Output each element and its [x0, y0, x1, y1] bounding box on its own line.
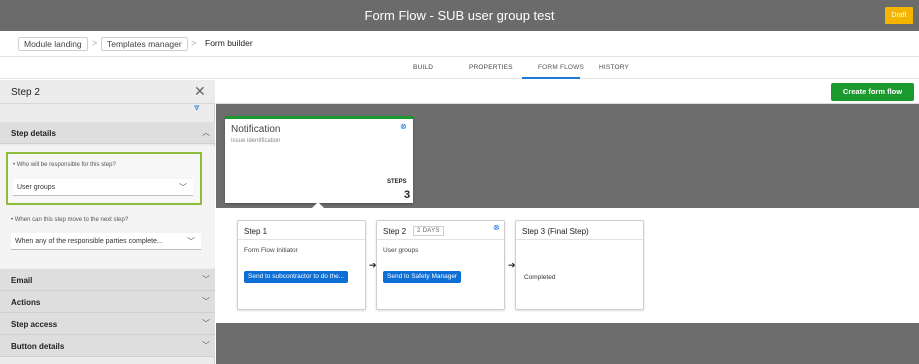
breadcrumb-module-landing[interactable]: Module landing [18, 37, 88, 51]
close-circle-icon[interactable]: ⊗ [400, 122, 407, 131]
title-bar: Form Flow - SUB user group test Draft [0, 0, 919, 31]
chevron-down-icon: ﹀ [202, 297, 210, 306]
section-label: Step details [11, 129, 56, 138]
section-actions[interactable]: Actions ﹀ [0, 291, 215, 313]
step-assignee: Form Flow Initiator [244, 247, 298, 254]
step-duration-badge: 2 DAYS [413, 226, 444, 236]
active-tab-indicator [522, 77, 580, 79]
section-label: Email [11, 276, 33, 285]
step-completed-text: Completed [524, 274, 556, 281]
collapse-all-icon[interactable]: ⩔ [194, 102, 200, 113]
step-card-1[interactable]: Step 1 Form Flow Initiator Send to subco… [237, 220, 366, 310]
next-step-value: When any of the responsible parties comp… [15, 238, 163, 245]
chevron-down-icon: ﹀ [187, 237, 195, 246]
panel-title: Step 2 [11, 87, 40, 98]
canvas-toolbar: Create form flow [216, 80, 919, 104]
draft-badge: Draft [885, 7, 913, 24]
notification-card[interactable]: Notification Issue identification ⊗ STEP… [225, 116, 413, 203]
section-email[interactable]: Email ﹀ [0, 269, 215, 291]
step-header: Step 2 2 DAYS ⊗ [377, 221, 504, 240]
step-header: Step 3 (Final Step) [516, 221, 643, 240]
panel-header: Step 2 ✕ [0, 80, 215, 104]
step-title: Step 2 [383, 227, 407, 236]
responsible-field-group: • Who will be responsible for this step?… [6, 152, 202, 205]
breadcrumb-form-builder: Form builder [200, 37, 258, 51]
chevron-down-icon: ﹀ [202, 341, 210, 350]
breadcrumb-separator-icon: > [191, 38, 197, 48]
tab-properties[interactable]: PROPERTIES [469, 64, 513, 71]
chevron-down-icon: ﹀ [202, 319, 210, 328]
section-label: Step access [11, 320, 58, 329]
step-action-button[interactable]: Send to Safety Manager [383, 271, 462, 283]
section-step-access[interactable]: Step access ﹀ [0, 313, 215, 335]
step-title: Step 3 (Final Step) [522, 227, 589, 236]
section-label: Button details [11, 342, 65, 351]
next-step-label: • When can this step move to the next st… [11, 217, 129, 223]
section-step-details[interactable]: Step details ︿ [0, 122, 215, 144]
tab-history[interactable]: HISTORY [599, 64, 629, 71]
step-card-2[interactable]: Step 2 2 DAYS ⊗ User groups Send to Safe… [376, 220, 505, 310]
window-title: Form Flow - SUB user group test [364, 8, 555, 23]
breadcrumb-templates-manager[interactable]: Templates manager [101, 37, 188, 51]
steps-count: 3 [404, 189, 411, 201]
tab-build[interactable]: BUILD [413, 64, 433, 71]
breadcrumb: Module landing > Templates manager > For… [0, 31, 919, 57]
create-form-flow-button[interactable]: Create form flow [831, 83, 914, 101]
step-settings-panel: Step 2 ✕ ⩔ Step details ︿ • Who will be … [0, 80, 215, 364]
close-icon[interactable]: ✕ [194, 83, 206, 100]
next-step-select[interactable]: When any of the responsible parties comp… [11, 233, 201, 250]
section-label: Actions [11, 298, 41, 307]
close-circle-icon[interactable]: ⊗ [493, 223, 500, 232]
step-card-3[interactable]: Step 3 (Final Step) Completed [515, 220, 644, 310]
responsible-value: User groups [17, 184, 56, 191]
chevron-down-icon: ﹀ [202, 275, 210, 284]
responsible-label: • Who will be responsible for this step? [13, 162, 116, 168]
tab-form-flows[interactable]: FORM FLOWS [538, 64, 584, 71]
step-title: Step 1 [244, 227, 268, 236]
form-flow-canvas: Create form flow Notification Issue iden… [216, 80, 919, 364]
step-header: Step 1 [238, 221, 365, 240]
notification-title: Notification [231, 124, 281, 135]
breadcrumb-separator-icon: > [92, 38, 98, 48]
step-action-button[interactable]: Send to subcontractor to do the... [244, 271, 349, 283]
responsible-select[interactable]: User groups ﹀ [13, 179, 193, 196]
steps-row: Step 1 Form Flow Initiator Send to subco… [216, 208, 919, 323]
chevron-down-icon: ﹀ [179, 183, 187, 192]
steps-label: STEPS [387, 179, 407, 185]
step-assignee: User groups [383, 247, 419, 254]
tab-bar: BUILD PROPERTIES FORM FLOWS HISTORY [0, 57, 919, 79]
chevron-up-icon: ︿ [202, 128, 210, 137]
notification-subtitle: Issue identification [231, 138, 281, 144]
section-button-details[interactable]: Button details ﹀ [0, 335, 215, 357]
